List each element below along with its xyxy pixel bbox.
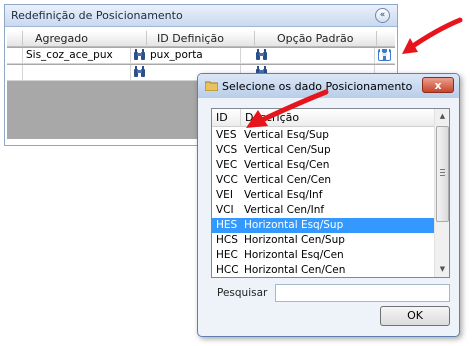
list-item[interactable]: VEC Vertical Esq/Cen <box>212 158 434 173</box>
scroll-up-icon[interactable]: ▲ <box>435 109 450 124</box>
item-description: Vertical Esq/Inf <box>244 189 323 201</box>
item-description: Vertical Cen/Sup <box>244 144 331 156</box>
annotation-arrow <box>398 16 464 58</box>
list-item[interactable]: VCI Vertical Cen/Inf <box>212 203 434 218</box>
grid-header-corner <box>7 31 23 47</box>
cell-id-definicao[interactable]: pux_porta <box>147 48 241 63</box>
item-id: VEC <box>216 159 238 171</box>
scroll-grip-line <box>440 172 445 173</box>
item-id: VES <box>216 129 237 141</box>
binoculars-icon[interactable] <box>133 66 146 78</box>
scroll-thumb[interactable] <box>436 126 449 222</box>
cell-agregado[interactable]: Sis_coz_ace_pux <box>23 48 131 63</box>
col-header-id-definicao: ID Definição <box>147 31 255 47</box>
cell-opcao-padrao[interactable] <box>269 48 375 63</box>
options-list: ID Descrição VES Vertical Esq/Sup VCS Verti… <box>211 108 450 278</box>
col-header-id[interactable]: ID <box>216 111 228 124</box>
binoculars-icon[interactable] <box>255 49 268 61</box>
ok-button[interactable]: OK <box>380 306 450 326</box>
collapse-button[interactable]: « <box>375 8 390 23</box>
col-header-agregado: Agregado <box>23 31 147 47</box>
binoculars-icon[interactable] <box>133 49 146 61</box>
item-description: Vertical Cen/Inf <box>244 204 325 216</box>
list-item[interactable]: HCC Horizontal Cen/Cen <box>212 263 434 278</box>
item-description: Horizontal Cen/Sup <box>244 234 345 246</box>
search-label: Pesquisar <box>217 287 268 299</box>
item-description: Vertical Cen/Cen <box>244 174 332 186</box>
item-id: VEI <box>216 189 233 201</box>
item-description: Vertical Esq/Cen <box>244 159 330 171</box>
col-header-opcao-padrao: Opção Padrão <box>255 31 377 47</box>
item-description: Horizontal Esq/Sup <box>244 219 344 231</box>
item-id: VCS <box>216 144 238 156</box>
search-input[interactable] <box>275 284 450 302</box>
list-item[interactable]: HCS Horizontal Cen/Sup <box>212 233 434 248</box>
close-icon[interactable]: x <box>422 77 454 93</box>
vertical-scrollbar[interactable]: ▲ ▼ <box>434 109 449 277</box>
folder-icon <box>204 81 219 92</box>
list-body: VES Vertical Esq/Sup VCS Vertical Cen/Sup VE… <box>212 128 434 278</box>
item-id: VCC <box>216 174 238 186</box>
annotation-arrow <box>240 88 332 132</box>
row-selector[interactable] <box>7 48 23 63</box>
cell-agregado[interactable] <box>23 65 131 80</box>
panel-header: Redefinição de Posicionamento « <box>5 5 397 27</box>
item-id: HCC <box>216 264 239 276</box>
grid-header: Agregado ID Definição Opção Padrão <box>7 31 395 47</box>
grid-row[interactable]: Sis_coz_ace_pux pux_porta <box>7 48 395 64</box>
list-item[interactable]: VCC Vertical Cen/Cen <box>212 173 434 188</box>
binoculars-icon[interactable] <box>378 49 391 61</box>
list-item[interactable]: HEC Horizontal Esq/Cen <box>212 248 434 263</box>
list-item[interactable]: VCS Vertical Cen/Sup <box>212 143 434 158</box>
item-id: HEC <box>216 249 238 261</box>
list-item[interactable]: HES Horizontal Esq/Sup <box>212 218 434 233</box>
item-id: VCI <box>216 204 234 216</box>
list-item[interactable]: VEI Vertical Esq/Inf <box>212 188 434 203</box>
panel-title: Redefinição de Posicionamento <box>11 9 183 22</box>
row-selector[interactable] <box>7 65 23 80</box>
item-description: Horizontal Esq/Cen <box>244 249 344 261</box>
scroll-down-icon[interactable]: ▼ <box>435 262 450 277</box>
item-id: HES <box>216 219 238 231</box>
item-description: Horizontal Cen/Cen <box>244 264 346 276</box>
item-id: HCS <box>216 234 238 246</box>
